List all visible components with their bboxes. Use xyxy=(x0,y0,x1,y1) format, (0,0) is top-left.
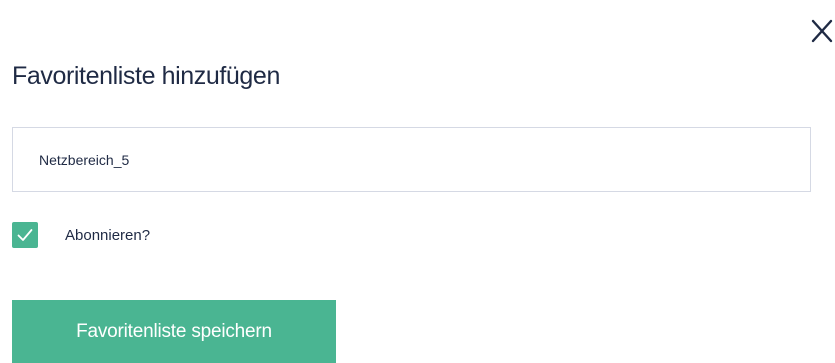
favorites-list-name-input[interactable] xyxy=(12,127,811,192)
checkmark-icon xyxy=(17,229,33,241)
subscribe-checkbox[interactable] xyxy=(12,222,38,248)
save-favorites-list-button[interactable]: Favoritenliste speichern xyxy=(12,300,336,363)
subscribe-label[interactable]: Abonnieren? xyxy=(65,227,150,244)
subscribe-option: Abonnieren? xyxy=(12,222,150,248)
close-button[interactable] xyxy=(810,13,834,49)
dialog-title: Favoritenliste hinzufügen xyxy=(12,62,280,90)
close-icon xyxy=(811,19,833,43)
